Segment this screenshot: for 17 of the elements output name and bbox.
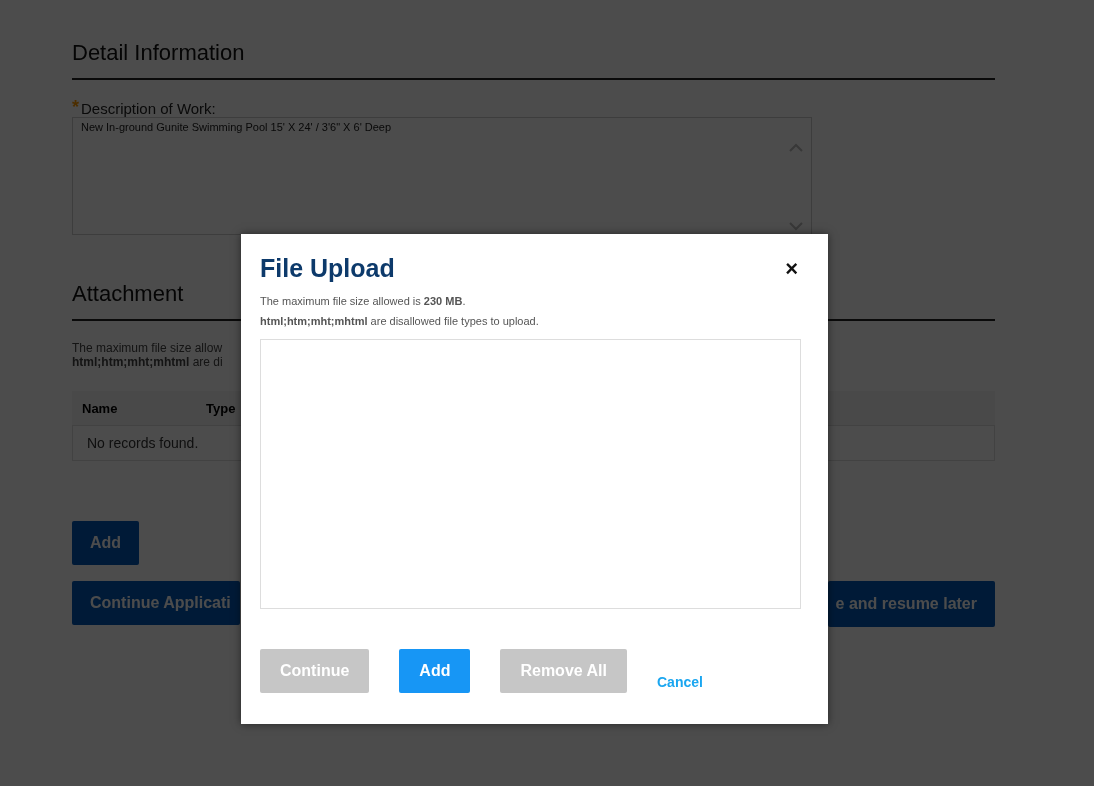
cancel-link[interactable]: Cancel xyxy=(657,674,703,690)
empty-message: No records found. xyxy=(87,435,199,451)
upload-note: The maximum file size allow xyxy=(72,341,224,355)
field-value: New In-ground Gunite Swimming Pool 15' X 24' / 3'6" X 6' Deep xyxy=(81,121,392,133)
dialog-title: File Upload xyxy=(260,254,395,283)
upload-note: The maximum file size allowed is 230 MB. xyxy=(260,295,467,307)
file-list-area[interactable] xyxy=(260,339,801,609)
close-button[interactable]: × xyxy=(775,255,808,282)
column-header: Name xyxy=(82,400,119,416)
upload-note: html;htm;mht;mhtml are disallowed file types to upload. xyxy=(260,315,540,327)
section-heading: Detail Information xyxy=(72,40,245,67)
dialog-button[interactable]: Add xyxy=(399,649,471,693)
required-mark: * xyxy=(72,100,79,117)
field-label: Description of Work: xyxy=(81,100,216,117)
column-header: Type xyxy=(206,400,236,416)
upload-note: html;htm;mht;mhtml are di xyxy=(72,355,224,369)
section-heading: Attachment xyxy=(72,281,184,308)
